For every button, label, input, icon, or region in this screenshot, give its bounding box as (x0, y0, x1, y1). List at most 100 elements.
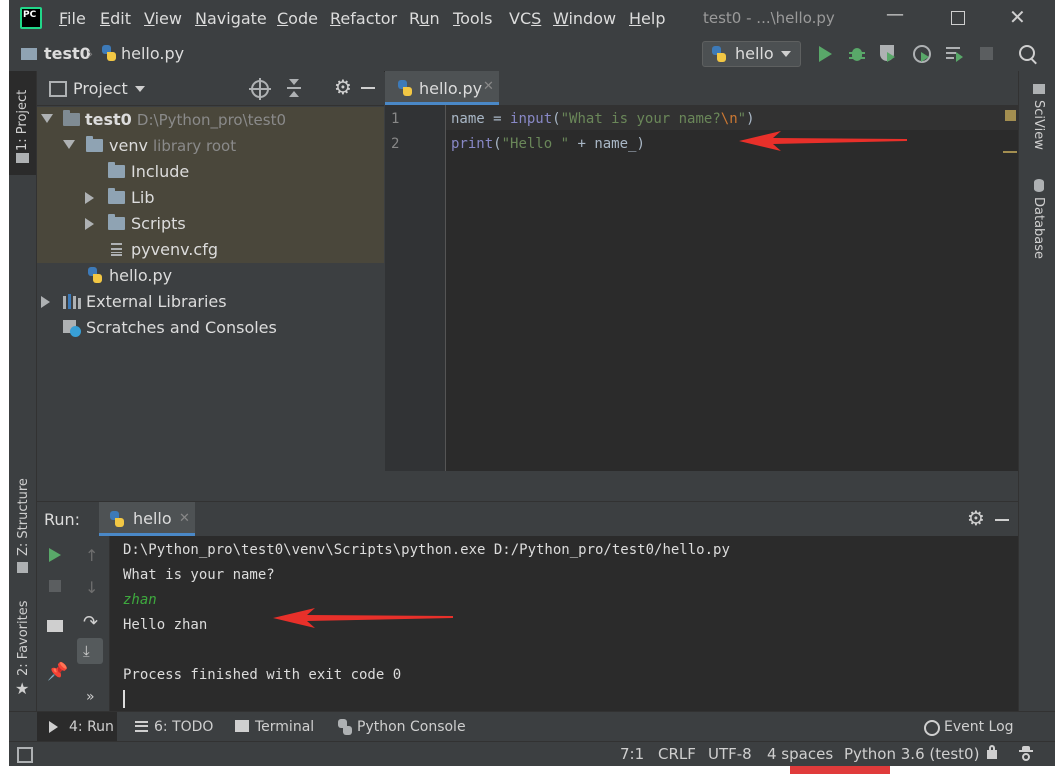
menu-bar: PC File Edit View Navigate Code Refactor… (9, 0, 1055, 37)
bottom-tab-terminal[interactable]: Terminal (255, 719, 314, 735)
expand-arrow-icon[interactable] (85, 192, 94, 204)
expand-arrow-icon[interactable] (41, 296, 50, 308)
run-button[interactable] (819, 46, 832, 62)
menu-edit[interactable]: Edit (100, 9, 131, 28)
bottom-tab-python-console[interactable]: Python Console (357, 719, 466, 735)
menu-view[interactable]: View (144, 9, 182, 28)
bottom-tab-run-label: 4: Run (69, 719, 114, 735)
minimize-button[interactable]: — (886, 4, 904, 25)
menu-file[interactable]: File (59, 9, 86, 28)
search-everywhere-icon[interactable] (1019, 45, 1037, 65)
run-config-selector[interactable]: hello (702, 41, 801, 67)
lock-icon[interactable] (987, 745, 997, 759)
inspection-warning-marker[interactable] (1005, 110, 1016, 121)
python-icon (711, 46, 727, 62)
database-tool-label[interactable]: Database (1031, 197, 1046, 259)
close-tab-icon[interactable]: ✕ (483, 79, 494, 94)
close-tab-icon[interactable]: ✕ (179, 511, 190, 526)
scroll-up-icon[interactable]: ↑ (85, 546, 98, 565)
scroll-to-end-icon[interactable]: ⤓ (77, 638, 103, 664)
tree-item-include[interactable]: Include (37, 159, 384, 185)
project-panel-title[interactable]: Project (73, 79, 128, 98)
run-config-label: hello (735, 44, 774, 63)
chevron-down-icon[interactable] (135, 86, 145, 92)
navigation-bar: test0 › hello.py hello (9, 37, 1055, 72)
tree-item-lib[interactable]: Lib (37, 185, 384, 211)
window-title: test0 - ...\hello.py (703, 9, 835, 27)
caret-position[interactable]: 7:1 (620, 745, 644, 763)
left-tool-stripe: 1: Project Z: Structure 2: Favorites ★ (9, 71, 37, 711)
restore-layout-icon[interactable] (47, 620, 63, 632)
expand-arrow-icon[interactable] (41, 114, 53, 123)
tree-item-pyvenv[interactable]: pyvenv.cfg (37, 237, 384, 263)
scratches-icon (63, 320, 81, 337)
stop-icon[interactable] (49, 580, 61, 592)
line-separator[interactable]: CRLF (658, 745, 696, 763)
breadcrumb-project[interactable]: test0 (44, 44, 91, 63)
folder-icon (86, 136, 103, 152)
breadcrumb-file[interactable]: hello.py (121, 44, 184, 63)
profile-icon[interactable] (913, 45, 931, 63)
console-user-input: zhan (123, 592, 157, 608)
tree-item-test0[interactable]: test0 D:\Python_pro\test0 (37, 107, 384, 133)
indent-setting[interactable]: 4 spaces (767, 745, 833, 763)
menu-navigate[interactable]: Navigate (195, 9, 267, 28)
minimize-panel-icon[interactable] (995, 519, 1009, 521)
tree-item-venv[interactable]: venv library root (37, 133, 384, 159)
close-window-button[interactable]: ✕ (1009, 5, 1026, 29)
tree-item-external-libraries[interactable]: External Libraries (37, 289, 384, 315)
collapse-all-icon[interactable] (287, 79, 301, 97)
expand-arrow-icon[interactable] (85, 218, 94, 230)
inspector-hector-icon[interactable] (1019, 746, 1033, 762)
run-tab-hello[interactable]: hello ✕ (99, 502, 195, 536)
code-line-1[interactable]: name = input("What is your name?\n") (451, 111, 755, 127)
soft-wrap-icon[interactable]: ↷ (83, 612, 98, 633)
rerun-icon[interactable] (49, 548, 61, 562)
expand-arrow-icon[interactable] (63, 140, 75, 149)
console-line: What is your name? (123, 567, 275, 583)
library-icon (63, 294, 81, 309)
editor-tab-label: hello.py (419, 79, 483, 98)
locate-target-icon[interactable] (249, 78, 271, 100)
file-encoding[interactable]: UTF-8 (708, 745, 752, 763)
console-caret[interactable] (123, 690, 125, 708)
menu-run[interactable]: Run (409, 9, 440, 28)
concurrency-icon[interactable] (946, 47, 963, 62)
bottom-tab-todo[interactable]: 6: TODO (154, 719, 213, 735)
play-icon (49, 721, 58, 733)
code-line-2[interactable]: print("Hello " + name_) (451, 136, 645, 152)
coverage-icon[interactable] (880, 45, 895, 62)
minimize-panel-icon[interactable] (361, 87, 375, 89)
debug-bug-icon[interactable] (849, 45, 865, 63)
scroll-marker (1003, 151, 1017, 153)
bottom-tab-run[interactable]: 4: Run (37, 712, 117, 742)
folder-icon (21, 48, 37, 60)
tree-item-hello-py[interactable]: hello.py (37, 263, 384, 289)
structure-tool-label[interactable]: Z: Structure (16, 478, 31, 556)
project-tool-tab[interactable]: 1: Project (9, 71, 36, 175)
more-chevron-icon[interactable]: » (86, 689, 95, 705)
pin-icon[interactable]: 📌 (47, 662, 68, 682)
tree-item-scratches[interactable]: Scratches and Consoles (37, 315, 384, 341)
gear-icon[interactable]: ⚙ (334, 75, 352, 99)
gear-icon[interactable]: ⚙ (967, 506, 985, 530)
right-tool-stripe: SciView Database (1018, 71, 1055, 711)
bottom-tab-event-log[interactable]: Event Log (944, 719, 1014, 735)
maximize-button[interactable] (951, 6, 965, 25)
menu-window[interactable]: Window (553, 9, 616, 28)
editor-tab-hello-py[interactable]: hello.py ✕ (385, 71, 499, 105)
stop-icon[interactable] (980, 47, 993, 60)
sciview-tool-label[interactable]: SciView (1031, 100, 1046, 150)
python-interpreter[interactable]: Python 3.6 (test0) (844, 745, 979, 763)
menu-help[interactable]: Help (629, 9, 665, 28)
bottom-tool-tabs: 4: Run 6: TODO Terminal Python Console E… (9, 711, 1055, 742)
tree-item-scripts[interactable]: Scripts (37, 211, 384, 237)
python-file-icon (87, 267, 104, 284)
toggle-tool-windows-icon[interactable] (17, 747, 33, 763)
scroll-down-icon[interactable]: ↓ (85, 578, 98, 597)
menu-tools[interactable]: Tools (453, 9, 492, 28)
favorites-tool-label[interactable]: 2: Favorites (16, 600, 31, 676)
menu-refactor[interactable]: Refactor (330, 9, 397, 28)
menu-vcs[interactable]: VCS (509, 9, 541, 28)
menu-code[interactable]: Code (277, 9, 318, 28)
